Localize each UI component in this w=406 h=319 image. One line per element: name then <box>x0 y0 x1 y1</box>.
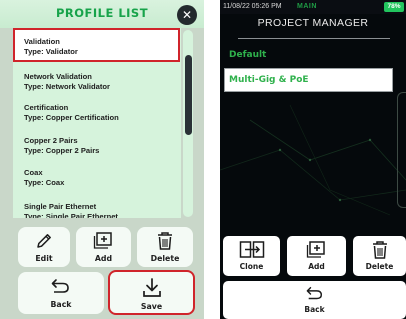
add-box-icon <box>306 241 325 258</box>
profile-type: Type: Copper 2 Pairs <box>24 146 100 155</box>
close-button[interactable]: ✕ <box>177 5 197 25</box>
project-name: Multi-Gig & PoE <box>229 75 309 85</box>
profile-type: Type: Single Pair Ethernet <box>24 212 118 218</box>
profile-type: Type: Network Validator <box>24 82 110 91</box>
profile-item-validation[interactable]: Validation Type: Validator <box>13 28 180 62</box>
status-mode: MAIN <box>297 3 317 10</box>
profile-name: Single Pair Ethernet <box>24 202 97 211</box>
profile-name: Coax <box>24 168 43 177</box>
trash-icon <box>158 232 172 250</box>
profile-name: Network Validation <box>24 72 92 81</box>
add-box-icon <box>93 232 112 249</box>
edit-button[interactable]: Edit <box>18 227 70 267</box>
status-datetime: 11/08/22 05:26 PM <box>223 3 282 10</box>
profile-name: Copper 2 Pairs <box>24 136 78 145</box>
save-button[interactable]: Save <box>108 270 195 315</box>
scroll-indicator <box>397 92 406 208</box>
delete-button[interactable]: Delete <box>353 236 406 276</box>
group-label: Default <box>229 50 267 60</box>
profile-list[interactable]: Validation Type: Validator Network Valid… <box>13 28 181 218</box>
edit-label: Edit <box>35 254 53 263</box>
add-label: Add <box>308 262 325 271</box>
download-icon <box>142 278 161 297</box>
delete-label: Delete <box>365 262 394 271</box>
save-label: Save <box>140 302 163 311</box>
profile-item-certification[interactable]: Certification Type: Copper Certification <box>13 96 181 130</box>
back-label: Back <box>304 305 325 314</box>
back-arrow-icon <box>51 279 69 293</box>
delete-label: Delete <box>150 254 180 263</box>
profile-name: Validation <box>24 37 60 46</box>
profile-name: Certification <box>24 103 69 112</box>
page-title: PROJECT MANAGER <box>257 17 369 29</box>
add-label: Add <box>94 254 113 263</box>
page-title: PROFILE LIST <box>55 6 149 20</box>
back-button[interactable]: Back <box>18 272 104 314</box>
profile-item-copper-2-pairs[interactable]: Copper 2 Pairs Type: Copper 2 Pairs <box>13 129 181 163</box>
profile-item-single-pair-ethernet[interactable]: Single Pair Ethernet Type: Single Pair E… <box>13 195 181 218</box>
profile-type: Type: Validator <box>24 47 78 56</box>
status-bar: 11/08/22 05:26 PM MAIN 78% <box>220 0 406 14</box>
trash-icon <box>372 241 387 259</box>
clone-button[interactable]: Clone <box>223 236 280 276</box>
profile-item-network-validation[interactable]: Network Validation Type: Network Validat… <box>13 65 181 99</box>
scrollbar-thumb[interactable] <box>185 55 192 135</box>
back-button[interactable]: Back <box>223 281 406 319</box>
project-manager-screen: 11/08/22 05:26 PM MAIN 78% PROJECT MANAG… <box>220 0 406 319</box>
delete-button[interactable]: Delete <box>137 227 193 267</box>
profile-list-screen: PROFILE LIST ✕ Validation Type: Validato… <box>0 0 204 319</box>
profile-item-coax[interactable]: Coax Type: Coax <box>13 161 181 195</box>
clone-label: Clone <box>239 262 264 271</box>
add-button[interactable]: Add <box>287 236 346 276</box>
add-button[interactable]: Add <box>76 227 131 267</box>
header-divider <box>238 38 390 39</box>
back-arrow-icon <box>306 286 322 300</box>
back-label: Back <box>50 300 72 309</box>
project-item[interactable]: Multi-Gig & PoE <box>224 68 393 92</box>
profile-type: Type: Copper Certification <box>24 113 119 122</box>
pencil-icon <box>37 234 51 248</box>
close-icon: ✕ <box>181 8 193 22</box>
clone-icon <box>239 241 264 258</box>
profile-type: Type: Coax <box>24 178 65 187</box>
battery-indicator: 78% <box>384 2 404 12</box>
